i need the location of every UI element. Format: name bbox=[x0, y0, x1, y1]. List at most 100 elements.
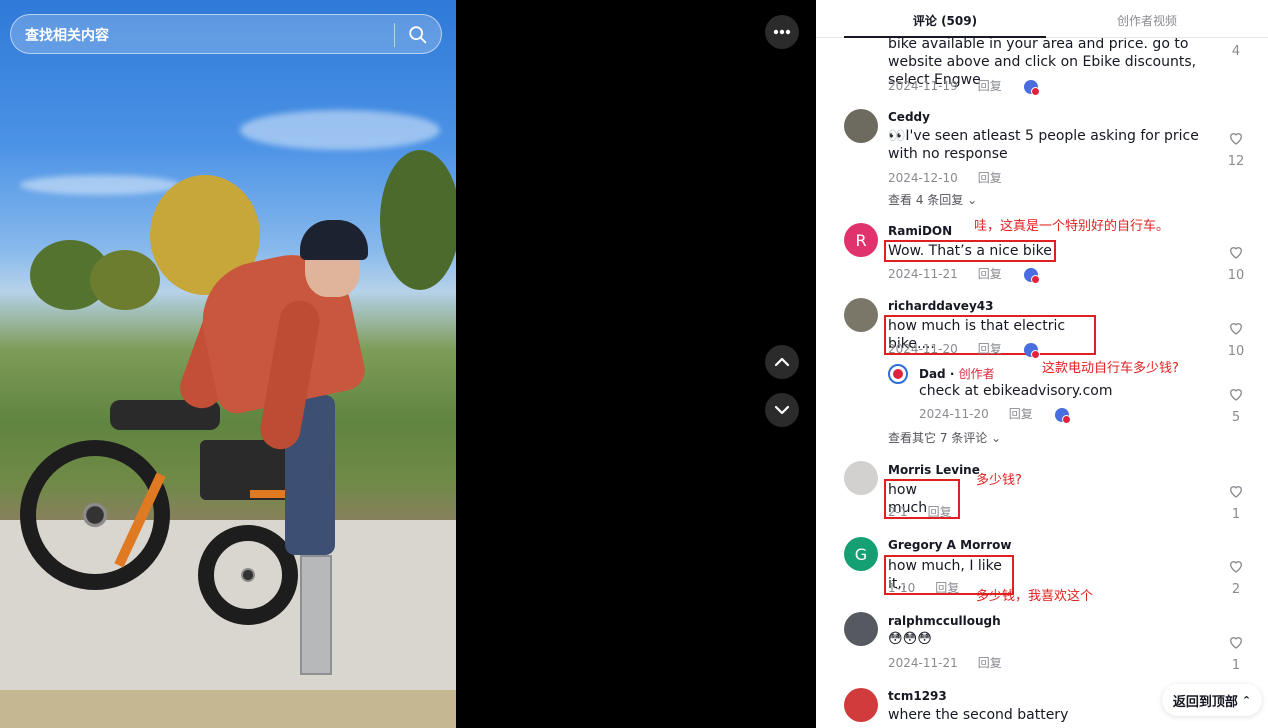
front-wheel bbox=[198, 525, 298, 625]
reply-button[interactable]: 回复 bbox=[978, 171, 1002, 185]
previous-video-button[interactable] bbox=[765, 345, 799, 379]
heart-icon bbox=[1229, 389, 1243, 401]
heart-icon bbox=[1229, 486, 1243, 498]
comment-date: 2024-11-21 bbox=[888, 656, 958, 670]
like-button[interactable]: 1 bbox=[1224, 634, 1248, 673]
comment-username[interactable]: ralphmccullough bbox=[888, 614, 1001, 628]
reply-text: check at ebikeadvisory.com bbox=[919, 383, 1113, 399]
comment-date: 2-1 bbox=[888, 505, 908, 519]
avatar[interactable]: G bbox=[844, 537, 878, 571]
like-button[interactable]: 4 bbox=[1224, 40, 1248, 59]
view-replies-label: 查看 4 条回复 bbox=[888, 193, 964, 207]
tab-comments[interactable]: 评论 (509) bbox=[844, 12, 1046, 29]
reply-button[interactable]: 回复 bbox=[935, 581, 959, 595]
heart-icon bbox=[1229, 247, 1243, 259]
creator-liked-icon bbox=[1023, 79, 1040, 96]
like-button[interactable]: 2 bbox=[1224, 558, 1248, 597]
like-count: 5 bbox=[1231, 410, 1241, 425]
creator-liked-icon bbox=[1054, 407, 1071, 424]
highlighted-comment: Wow. That’s a nice bike bbox=[884, 240, 1056, 262]
comment-date: 2024-11-19 bbox=[888, 79, 958, 93]
reply-button[interactable]: 回复 bbox=[978, 79, 1002, 93]
double-chevron-up-icon: ⌃ bbox=[1241, 693, 1252, 707]
chevron-down-icon: ⌄ bbox=[991, 431, 1002, 445]
comment-username[interactable]: RamiDON bbox=[888, 224, 952, 238]
view-replies-button[interactable]: 查看 4 条回复 ⌄ bbox=[888, 191, 977, 208]
comments-panel: 评论 (509) 创作者视频 bike available in your ar… bbox=[816, 0, 1268, 728]
tree bbox=[380, 150, 456, 290]
comment-meta: 2024-11-21 回复 bbox=[888, 265, 1040, 284]
creator-liked-icon bbox=[1023, 267, 1040, 284]
reply-button[interactable]: 回复 bbox=[978, 656, 1002, 670]
reply-button[interactable]: 回复 bbox=[978, 267, 1002, 281]
comment-username[interactable]: tcm1293 bbox=[888, 689, 947, 703]
view-more-comments-button[interactable]: 查看其它 7 条评论 ⌄ bbox=[888, 429, 1001, 446]
reply-username-text[interactable]: Dad bbox=[919, 367, 946, 381]
reply-meta: 2024-11-20 回复 bbox=[919, 405, 1071, 424]
ellipsis-icon bbox=[773, 29, 791, 35]
avatar-letter: R bbox=[855, 230, 867, 250]
comment-username[interactable]: Morris Levine bbox=[888, 463, 980, 477]
tab-creator-videos[interactable]: 创作者视频 bbox=[1046, 12, 1248, 29]
comment-username[interactable]: richarddavey43 bbox=[888, 299, 993, 313]
creator-liked-icon bbox=[1023, 342, 1040, 359]
avatar[interactable]: R bbox=[844, 223, 878, 257]
avatar[interactable] bbox=[844, 461, 878, 495]
comment-meta: 2024-12-10 回复 bbox=[888, 169, 1002, 186]
removed-battery bbox=[300, 555, 332, 675]
comment-username[interactable]: Ceddy bbox=[888, 110, 930, 124]
back-to-top-button[interactable]: 返回到顶部 ⌃ bbox=[1162, 684, 1262, 716]
like-count: 10 bbox=[1227, 344, 1245, 359]
comment-username[interactable]: Gregory A Morrow bbox=[888, 538, 1011, 552]
reply-button[interactable]: 回复 bbox=[1009, 407, 1033, 421]
cloud bbox=[20, 175, 180, 195]
chevron-down-icon: ⌄ bbox=[967, 193, 978, 207]
like-button[interactable]: 10 bbox=[1224, 320, 1248, 359]
heart-icon bbox=[1229, 133, 1243, 145]
comment-meta: 2-1 回复 bbox=[888, 503, 952, 520]
avatar[interactable] bbox=[844, 612, 878, 646]
search-divider bbox=[394, 23, 395, 47]
reply-username: Dad · 创作者 bbox=[919, 367, 995, 381]
view-more-label: 查看其它 7 条评论 bbox=[888, 431, 988, 445]
cloud bbox=[240, 110, 440, 150]
like-count: 2 bbox=[1231, 582, 1241, 597]
video-player[interactable]: 查找相关内容 bbox=[0, 0, 456, 728]
chevron-up-icon bbox=[774, 357, 790, 367]
avatar[interactable] bbox=[844, 298, 878, 332]
heart-icon bbox=[1229, 637, 1243, 649]
avatar[interactable] bbox=[844, 688, 878, 722]
creator-avatar[interactable] bbox=[888, 364, 908, 384]
comment-text: Wow. That’s a nice bike bbox=[884, 240, 1210, 262]
comment-date: 2024-12-10 bbox=[888, 171, 958, 185]
avatar-logo bbox=[893, 369, 903, 379]
like-button[interactable]: 5 bbox=[1224, 386, 1248, 425]
grass bbox=[0, 690, 456, 728]
more-options-button[interactable] bbox=[765, 15, 799, 49]
like-count: 1 bbox=[1231, 658, 1241, 673]
reply-button[interactable]: 回复 bbox=[978, 342, 1002, 356]
like-button[interactable]: 12 bbox=[1224, 130, 1248, 169]
active-tab-indicator bbox=[844, 36, 1046, 38]
chevron-down-icon bbox=[774, 405, 790, 415]
heart-icon bbox=[1229, 323, 1243, 335]
like-count: 12 bbox=[1227, 154, 1245, 169]
next-video-button[interactable] bbox=[765, 393, 799, 427]
reply-button[interactable]: 回复 bbox=[928, 505, 952, 519]
search-bar[interactable]: 查找相关内容 bbox=[10, 14, 442, 54]
like-button[interactable]: 10 bbox=[1224, 244, 1248, 283]
back-to-top-label: 返回到顶部 bbox=[1172, 694, 1238, 710]
player-background bbox=[456, 0, 816, 728]
avatar-letter: G bbox=[854, 544, 868, 564]
like-button[interactable]: 1 bbox=[1224, 483, 1248, 522]
comment-date: 1-10 bbox=[888, 581, 916, 595]
tab-bar: 评论 (509) 创作者视频 bbox=[816, 0, 1268, 38]
person-cap bbox=[300, 220, 368, 260]
like-count: 4 bbox=[1231, 44, 1241, 59]
like-count: 1 bbox=[1231, 507, 1241, 522]
comment-meta: 2024-11-19 回复 bbox=[888, 77, 1040, 96]
search-icon[interactable] bbox=[407, 24, 429, 46]
creator-badge: 创作者 bbox=[958, 367, 995, 381]
search-input[interactable]: 查找相关内容 bbox=[25, 25, 109, 45]
avatar[interactable] bbox=[844, 109, 878, 143]
